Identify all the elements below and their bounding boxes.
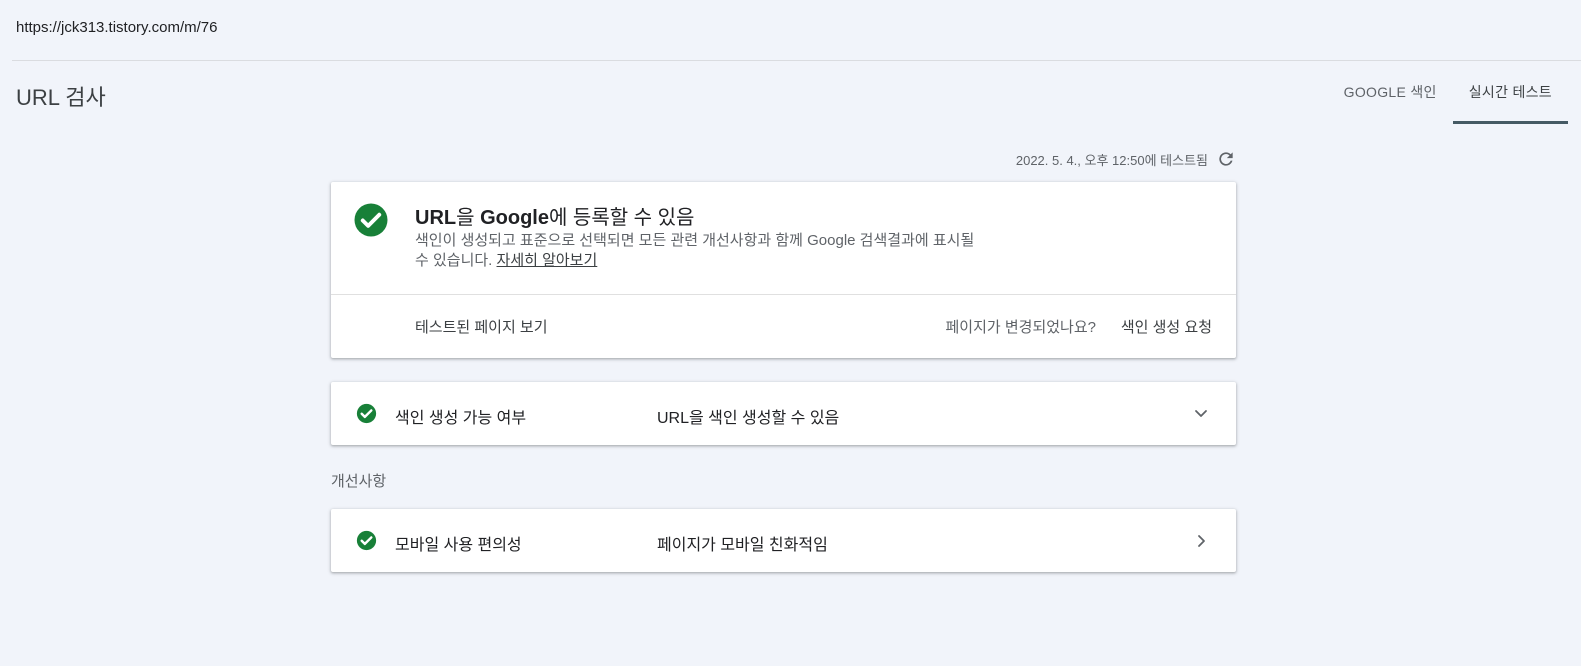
view-tested-page-button[interactable]: 테스트된 페이지 보기 — [415, 316, 548, 337]
page-changed-question: 페이지가 변경되었나요? — [945, 319, 1096, 336]
enhancements-section-label: 개선사항 — [331, 473, 387, 490]
page-title: URL 검사 — [16, 85, 106, 110]
mobile-usability-label: 모바일 사용 편의성 — [395, 537, 522, 554]
refresh-icon[interactable] — [1216, 149, 1236, 169]
indexability-label: 색인 생성 가능 여부 — [395, 410, 527, 427]
status-title-google: Google — [480, 207, 549, 229]
check-circle-icon — [354, 203, 388, 237]
status-title: URL을 Google에 등록할 수 있음 — [415, 201, 694, 230]
mobile-usability-row[interactable]: 모바일 사용 편의성 페이지가 모바일 친화적임 — [331, 509, 1236, 572]
inspected-url: https://jck313.tistory.com/m/76 — [16, 19, 218, 36]
tab-bar: GOOGLE 색인 실시간 테스트 — [1328, 60, 1569, 124]
indexability-value: URL을 색인 생성할 수 있음 — [657, 410, 840, 427]
url-status-card: URL을 Google에 등록할 수 있음 색인이 생성되고 표준으로 선택되면… — [331, 182, 1236, 358]
status-title-particle: 을 — [456, 207, 481, 229]
tab-live-test[interactable]: 실시간 테스트 — [1452, 60, 1569, 124]
mobile-usability-value: 페이지가 모바일 친화적임 — [657, 537, 828, 554]
chevron-right-icon[interactable] — [1194, 530, 1208, 552]
status-description: 색인이 생성되고 표준으로 선택되면 모든 관련 개선사항과 함께 Google… — [415, 231, 985, 271]
tab-google-index[interactable]: GOOGLE 색인 — [1328, 60, 1453, 124]
request-indexing-button[interactable]: 색인 생성 요청 — [1121, 316, 1212, 337]
tested-timestamp-row: 2022. 5. 4., 오후 12:50에 테스트됨 — [1016, 149, 1236, 169]
status-title-url: URL — [415, 207, 457, 229]
tested-timestamp: 2022. 5. 4., 오후 12:50에 테스트됨 — [1015, 152, 1208, 168]
status-title-rest: 에 등록할 수 있음 — [548, 207, 695, 229]
card-divider — [331, 294, 1236, 295]
check-circle-icon — [356, 403, 377, 424]
learn-more-link[interactable]: 자세히 알아보기 — [497, 252, 598, 269]
check-circle-icon — [356, 530, 377, 551]
indexability-row[interactable]: 색인 생성 가능 여부 URL을 색인 생성할 수 있음 — [331, 382, 1236, 445]
chevron-down-icon[interactable] — [1194, 403, 1208, 425]
